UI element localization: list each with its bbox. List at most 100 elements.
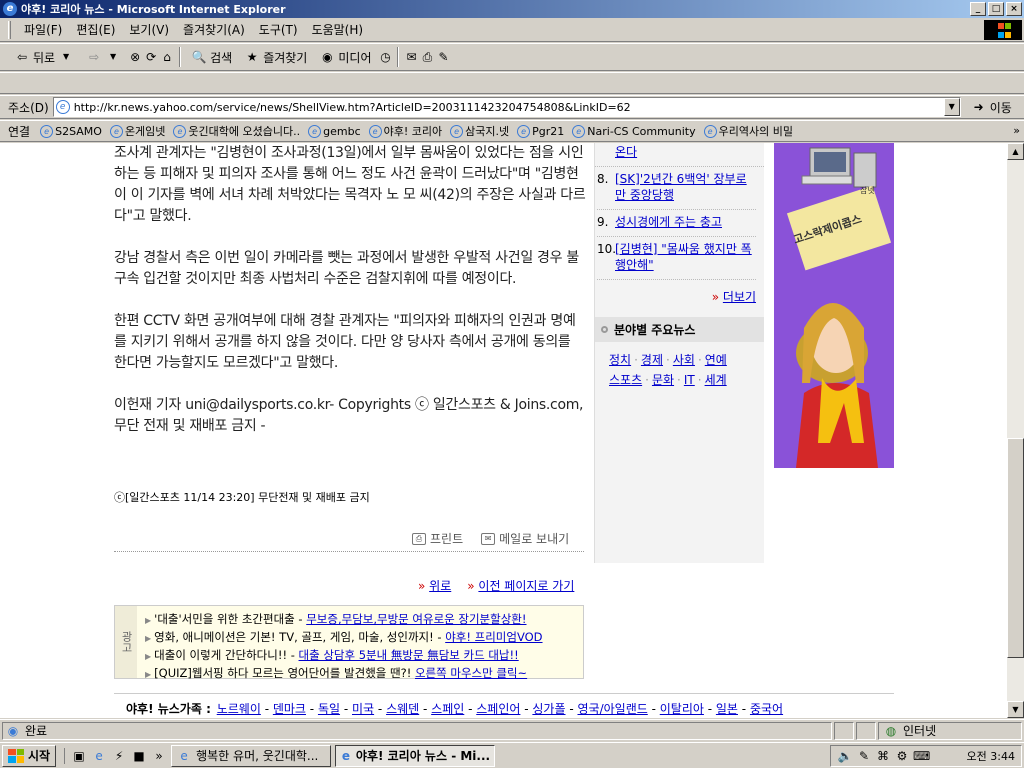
- menu-favorites[interactable]: 즐겨찾기(A): [176, 19, 252, 40]
- page-icon: e: [517, 124, 531, 138]
- triangle-icon: ▶: [145, 634, 152, 643]
- article-paragraph: 강남 경찰서 측은 이번 일이 카메라를 뺏는 과정에서 발생한 우발적 사건일…: [114, 250, 579, 287]
- link-item[interactable]: e Nari-CS Community: [572, 124, 696, 138]
- vertical-scrollbar[interactable]: ▲ ▼: [1007, 143, 1024, 718]
- media-button[interactable]: ◉ 미디어: [313, 47, 377, 68]
- ad-box: 광고 ▶ '대출'서민을 위한 초간편대출 - 무보증,무담보,무방문 여유로운 …: [114, 605, 584, 680]
- links-overflow-icon[interactable]: »: [1013, 124, 1020, 137]
- mail-icon[interactable]: ✉: [403, 49, 419, 65]
- print-link[interactable]: ⎙ 프린트: [412, 530, 463, 547]
- menu-edit[interactable]: 편집(E): [69, 19, 122, 40]
- ranking-link[interactable]: 온다: [615, 145, 637, 159]
- family-link[interactable]: 싱가폴: [532, 702, 565, 716]
- prev-page-link[interactable]: 이전 페이지로 가기: [478, 579, 574, 593]
- page-icon: e: [308, 124, 322, 138]
- keyboard-icon[interactable]: ⌨: [913, 748, 930, 764]
- family-link[interactable]: 독일: [318, 702, 340, 716]
- menu-tools[interactable]: 도구(T): [252, 19, 305, 40]
- scroll-thumb[interactable]: [1007, 438, 1024, 658]
- ad-link[interactable]: 무보증,무담보,무방문 여유로운 장기분할상환!: [306, 612, 526, 626]
- address-dropdown-button[interactable]: ▼: [943, 98, 960, 116]
- category-link[interactable]: 세계: [705, 373, 727, 387]
- family-link[interactable]: 노르웨이: [217, 702, 261, 716]
- ad-row: ▶ '대출'서민을 위한 초간편대출 - 무보증,무담보,무방문 여유로운 장기분…: [145, 612, 527, 626]
- minimize-button[interactable]: _: [970, 2, 986, 16]
- chevron-down-icon[interactable]: ▼: [58, 49, 74, 65]
- edit-icon[interactable]: ✎: [435, 49, 451, 65]
- family-link[interactable]: 일본: [716, 702, 738, 716]
- top-link[interactable]: 위로: [429, 579, 451, 593]
- family-link[interactable]: 스페인어: [476, 702, 520, 716]
- family-link[interactable]: 중국어: [750, 702, 783, 716]
- link-item[interactable]: e 온게임넷: [109, 123, 165, 139]
- link-item[interactable]: e gembc: [308, 124, 361, 138]
- family-link[interactable]: 영국/아일랜드: [577, 702, 647, 716]
- ranking-link[interactable]: [SK]'2년간 6백억' 장부로만 중앙당행: [615, 171, 756, 203]
- category-link[interactable]: 연예: [705, 353, 727, 367]
- go-button[interactable]: ➜ 이동: [971, 99, 1012, 116]
- category-link[interactable]: IT: [684, 373, 695, 387]
- family-link[interactable]: 덴마크: [273, 702, 306, 716]
- forward-button[interactable]: ⇨ ▼: [80, 47, 127, 67]
- address-input[interactable]: e http://kr.news.yahoo.com/service/news/…: [52, 97, 961, 117]
- menu-view[interactable]: 보기(V): [122, 19, 176, 40]
- chevron-right-icon[interactable]: »: [151, 748, 167, 764]
- link-item[interactable]: e 야후! 코리아: [368, 123, 442, 139]
- search-button[interactable]: 🔍 검색: [185, 47, 238, 68]
- menu-help[interactable]: 도움말(H): [305, 19, 371, 40]
- ad-link[interactable]: 대출 상담후 5분내 無방문 無담보 카드 대납!!: [299, 648, 519, 662]
- show-desktop-icon[interactable]: ▣: [71, 748, 87, 764]
- banner-ad[interactable]: 잡넷 고스락제이콥스: [774, 143, 894, 468]
- link-item[interactable]: e 웃긴대학에 오셨습니다..: [173, 123, 300, 139]
- print-icon[interactable]: ⎙: [419, 49, 435, 65]
- start-button[interactable]: 시작: [2, 744, 57, 767]
- ie-icon[interactable]: e: [91, 748, 107, 764]
- toolbar-grip[interactable]: [8, 20, 11, 39]
- scroll-down-button[interactable]: ▼: [1007, 701, 1024, 718]
- app-icon[interactable]: ⚡: [111, 748, 127, 764]
- volume-icon[interactable]: 🔈: [837, 748, 853, 764]
- home-icon[interactable]: ⌂: [159, 49, 175, 65]
- clock[interactable]: 오전 3:44: [967, 748, 1015, 764]
- scroll-up-button[interactable]: ▲: [1007, 143, 1024, 160]
- family-link[interactable]: 스웨덴: [386, 702, 419, 716]
- app-icon[interactable]: ■: [131, 748, 147, 764]
- favorites-icon: ★: [246, 50, 258, 64]
- ranking-link[interactable]: [김병현] "몸싸움 했지만 폭행안해": [615, 241, 756, 273]
- title-bar[interactable]: e 야후! 코리아 뉴스 - Microsoft Internet Explor…: [0, 0, 1024, 18]
- menu-file[interactable]: 파일(F): [17, 19, 69, 40]
- ime-icon[interactable]: ✎: [856, 748, 872, 764]
- stop-icon[interactable]: ⊗: [127, 49, 143, 65]
- category-link[interactable]: 사회: [673, 353, 695, 367]
- triangle-icon: ▶: [145, 616, 152, 625]
- category-link[interactable]: 문화: [652, 373, 674, 387]
- ie-icon: e: [180, 748, 188, 763]
- link-item[interactable]: e Pgr21: [517, 124, 564, 138]
- taskbar-item-active[interactable]: e 야후! 코리아 뉴스 - Mi...: [335, 744, 496, 767]
- tray-app-icon[interactable]: ⚙: [894, 748, 910, 764]
- ad-link[interactable]: 오른쪽 마우스만 클릭~: [415, 666, 527, 680]
- link-item[interactable]: e S2SAMO: [40, 124, 102, 138]
- email-link[interactable]: ✉ 메일로 보내기: [481, 530, 569, 547]
- favorites-button[interactable]: ★ 즐겨찾기: [238, 47, 313, 68]
- family-link[interactable]: 스페인: [431, 702, 464, 716]
- category-link[interactable]: 스포츠: [609, 373, 642, 387]
- maximize-button[interactable]: □: [988, 2, 1004, 16]
- network-icon[interactable]: ⌘: [875, 748, 891, 764]
- close-button[interactable]: ×: [1006, 2, 1022, 16]
- history-icon[interactable]: ◷: [377, 49, 393, 65]
- back-button[interactable]: ⇦ 뒤로 ▼: [8, 47, 80, 68]
- family-link[interactable]: 이탈리아: [660, 702, 704, 716]
- category-link[interactable]: 경제: [641, 353, 663, 367]
- refresh-icon[interactable]: ⟳: [143, 49, 159, 65]
- more-link[interactable]: 더보기: [723, 290, 756, 304]
- taskbar-item[interactable]: e 행복한 유머, 웃긴대학...: [171, 744, 332, 767]
- ranking-link[interactable]: 성시경에게 주는 충고: [615, 214, 722, 230]
- chevron-down-icon[interactable]: ▼: [105, 49, 121, 65]
- link-item[interactable]: e 삼국지.넷: [450, 123, 509, 139]
- arrow-icon: »: [467, 579, 479, 593]
- family-link[interactable]: 미국: [352, 702, 374, 716]
- category-link[interactable]: 정치: [609, 353, 631, 367]
- link-item[interactable]: e 우리역사의 비밀: [703, 123, 793, 139]
- ad-link[interactable]: 야후! 프리미엄VOD: [445, 630, 542, 644]
